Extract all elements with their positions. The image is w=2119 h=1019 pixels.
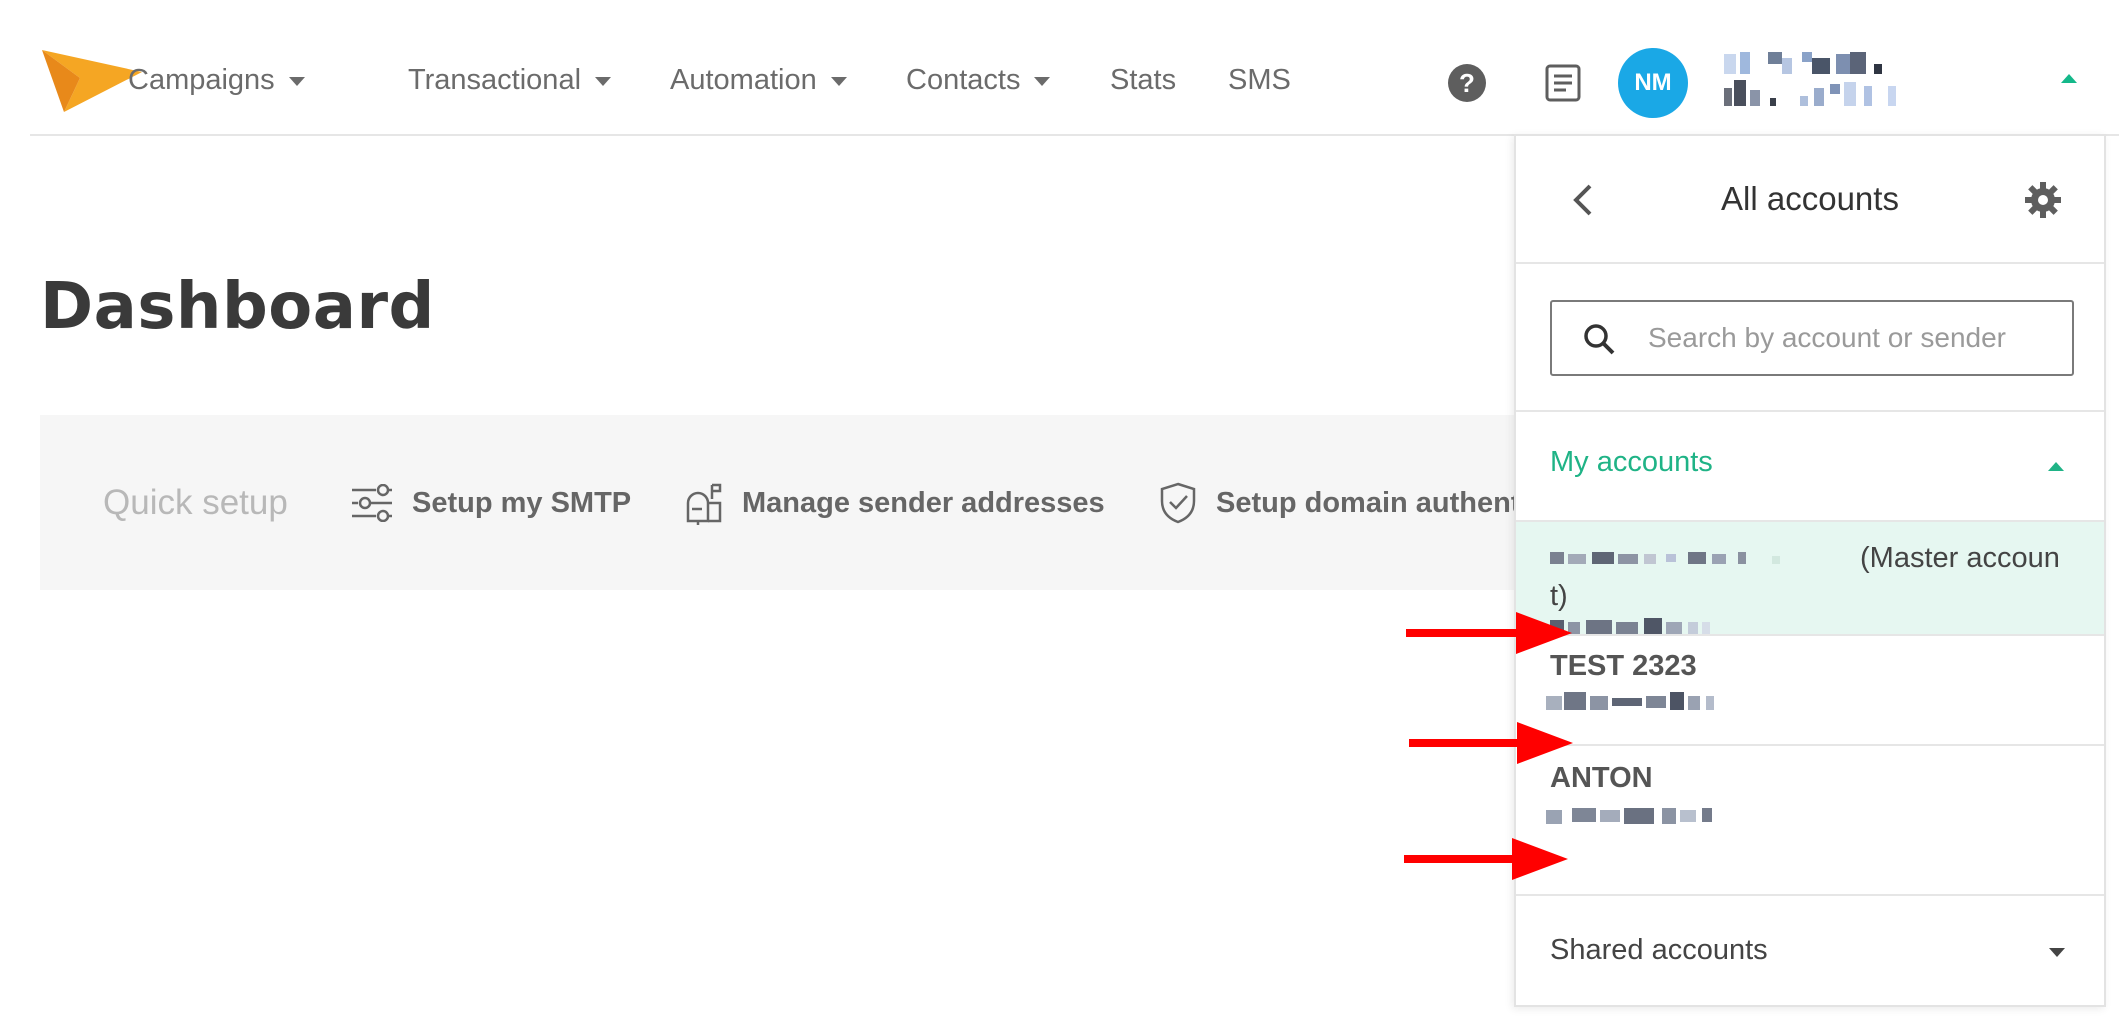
accounts-panel-title: All accounts — [1721, 180, 1899, 217]
nav-campaigns[interactable]: Campaigns — [128, 62, 305, 98]
account-master-suffix-wrap: t) — [1550, 580, 1568, 612]
shared-accounts-label: Shared accounts — [1550, 934, 1768, 966]
nav-stats[interactable]: Stats — [1110, 62, 1176, 98]
account-search-box — [1550, 300, 2074, 376]
chevron-up-icon[interactable] — [2061, 74, 2077, 83]
nav-stats-label: Stats — [1110, 63, 1177, 96]
account-name: ANTON — [1550, 762, 1653, 794]
setup-domain-authentication-link[interactable]: Setup domain authenti — [1158, 481, 1529, 525]
avatar-initials: NM — [1634, 69, 1672, 96]
red-arrow-annotation — [1409, 722, 1573, 764]
account-item-master[interactable]: (Master accoun t) — [1516, 520, 2104, 634]
chevron-down-icon — [1034, 77, 1051, 86]
search-icon — [1584, 324, 1615, 355]
accounts-panel-header: All accounts — [1516, 136, 2104, 264]
help-icon[interactable]: ? — [1448, 64, 1486, 102]
nav-automation-label: Automation — [670, 63, 817, 96]
nav-automation[interactable]: Automation — [670, 62, 847, 98]
setup-domain-label: Setup domain authenti — [1216, 486, 1529, 519]
help-icon-glyph: ? — [1459, 67, 1475, 98]
nav-contacts[interactable]: Contacts — [906, 62, 1051, 98]
chevron-down-icon — [595, 77, 612, 86]
nav-contacts-label: Contacts — [906, 63, 1021, 96]
nav-transactional-label: Transactional — [408, 63, 582, 96]
shield-check-icon — [1160, 482, 1196, 524]
top-navigation-bar: Campaigns Transactional Automation Conta… — [30, 0, 2119, 136]
account-item-test-2323[interactable]: TEST 2323 — [1516, 634, 2104, 744]
nav-transactional[interactable]: Transactional — [408, 62, 612, 98]
avatar[interactable]: NM — [1618, 48, 1688, 118]
manage-sender-addresses-link[interactable]: Manage sender addresses — [684, 481, 1105, 525]
account-name: TEST 2323 — [1550, 650, 1697, 682]
mailbox-icon — [686, 483, 722, 525]
my-accounts-label: My accounts — [1550, 446, 1713, 478]
sliders-icon — [352, 484, 392, 522]
chevron-down-icon — [288, 77, 305, 86]
document-icon[interactable] — [1544, 63, 1582, 103]
account-master-suffix: (Master accoun — [1860, 542, 2060, 574]
nav-sms-label: SMS — [1228, 63, 1291, 96]
quick-setup-bar: Quick setup Setup my SMTP Manage sender … — [40, 415, 1560, 590]
chevron-down-icon — [830, 77, 847, 86]
account-search-input[interactable] — [1648, 302, 2068, 374]
setup-smtp-label: Setup my SMTP — [412, 486, 632, 519]
brand-logo-icon[interactable] — [42, 50, 142, 112]
nav-campaigns-label: Campaigns — [128, 63, 275, 96]
quick-setup-label: Quick setup — [103, 483, 288, 522]
redacted-email — [1546, 810, 1562, 824]
chevron-up-icon — [2048, 462, 2064, 471]
chevron-down-icon — [2049, 948, 2065, 957]
accounts-dropdown-panel: All accounts My accounts — [1514, 134, 2106, 1007]
account-name-redacted[interactable] — [1724, 50, 2024, 120]
redacted-email — [1546, 696, 1562, 710]
my-accounts-section-toggle[interactable]: My accounts — [1516, 412, 2104, 520]
red-arrow-annotation — [1406, 612, 1572, 654]
page-title: Dashboard — [40, 270, 435, 344]
redacted-name — [1550, 552, 1564, 564]
setup-smtp-link[interactable]: Setup my SMTP — [350, 481, 631, 525]
shared-accounts-section-toggle[interactable]: Shared accounts — [1516, 894, 2104, 1005]
account-item-anton[interactable]: ANTON — [1516, 744, 2104, 894]
red-arrow-annotation — [1404, 838, 1568, 880]
gear-icon[interactable] — [2024, 181, 2062, 219]
manage-sender-label: Manage sender addresses — [742, 486, 1105, 519]
nav-sms[interactable]: SMS — [1228, 62, 1291, 98]
